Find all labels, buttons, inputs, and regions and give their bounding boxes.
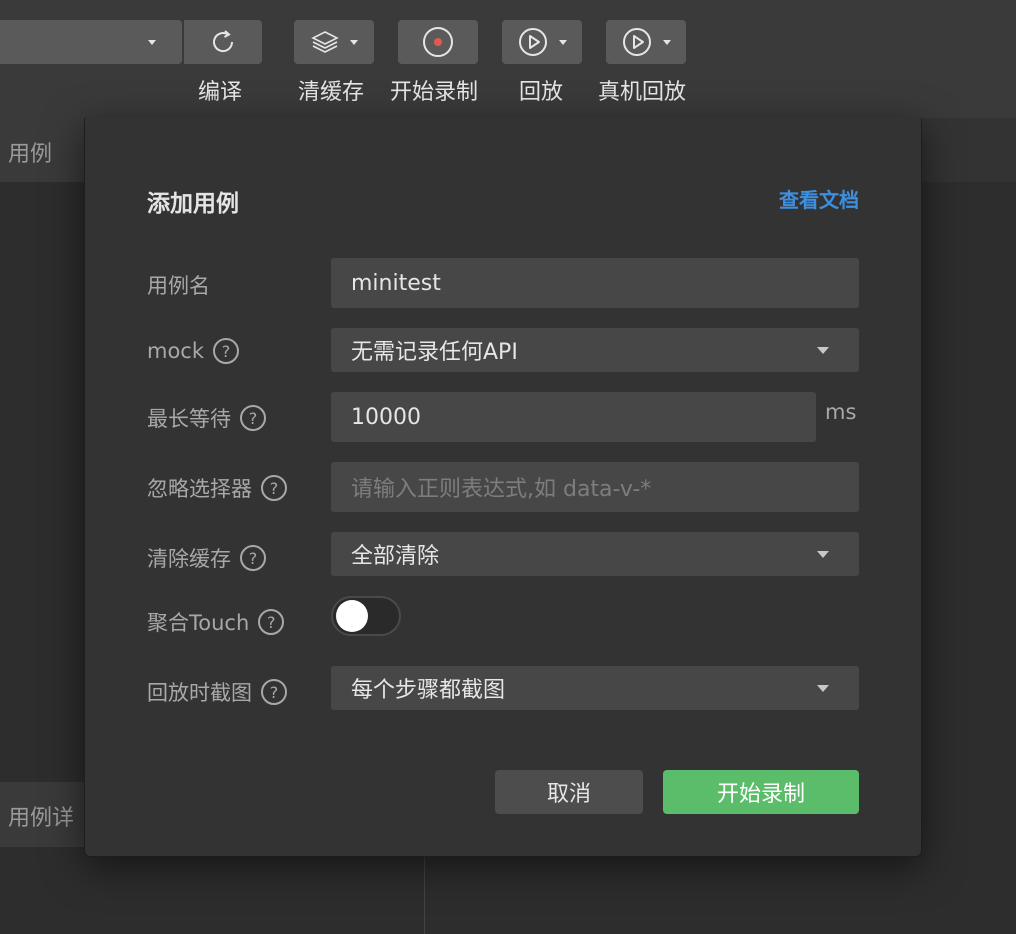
chevron-down-icon bbox=[559, 39, 567, 45]
aggregate-touch-toggle[interactable] bbox=[331, 596, 401, 636]
start-recording-button[interactable]: 开始录制 bbox=[663, 770, 859, 814]
clear-cache-select[interactable]: 全部清除 bbox=[331, 532, 859, 576]
compile-mode-select[interactable] bbox=[0, 20, 182, 64]
mock-label: mock ? bbox=[147, 338, 240, 364]
play-icon bbox=[519, 28, 547, 56]
testcase-name-input[interactable]: minitest bbox=[331, 258, 859, 308]
replay-screenshot-select[interactable]: 每个步骤都截图 bbox=[331, 666, 859, 710]
max-wait-unit: ms bbox=[825, 400, 857, 424]
cancel-button[interactable]: 取消 bbox=[495, 770, 643, 814]
clear-cache-label: 清缓存 bbox=[298, 80, 365, 105]
help-icon[interactable]: ? bbox=[240, 405, 266, 431]
mock-select[interactable]: 无需记录任何API bbox=[331, 328, 859, 372]
record-icon bbox=[423, 27, 453, 57]
clear-cache-label: 清除缓存 ? bbox=[147, 543, 266, 573]
help-icon[interactable]: ? bbox=[261, 679, 287, 705]
record-label: 开始录制 bbox=[390, 80, 479, 105]
testcase-tab-label: 用例 bbox=[8, 142, 53, 167]
toggle-knob bbox=[336, 600, 368, 632]
dialog-title: 添加用例 bbox=[147, 191, 239, 217]
record-button[interactable] bbox=[398, 20, 478, 64]
replay-label: 回放 bbox=[519, 80, 564, 105]
chevron-down-icon bbox=[663, 39, 671, 45]
chevron-down-icon bbox=[817, 685, 829, 692]
clear-cache-button[interactable] bbox=[294, 20, 374, 64]
toolbar: 编译 清缓存 开始录制 回放 真机回放 bbox=[0, 0, 1016, 118]
chevron-down-icon bbox=[817, 347, 829, 354]
help-icon[interactable]: ? bbox=[261, 475, 287, 501]
divider bbox=[424, 856, 425, 934]
refresh-icon bbox=[213, 30, 234, 53]
chevron-down-icon bbox=[350, 39, 358, 45]
view-docs-link[interactable]: 查看文档 bbox=[779, 184, 859, 213]
chevron-down-icon bbox=[817, 551, 829, 558]
ignore-selector-input[interactable]: 请输入正则表达式,如 data-v-* bbox=[331, 462, 859, 512]
max-wait-label: 最长等待 ? bbox=[147, 403, 266, 433]
device-replay-label: 真机回放 bbox=[598, 80, 687, 105]
help-icon[interactable]: ? bbox=[258, 609, 285, 635]
aggregate-touch-label: 聚合Touch ? bbox=[147, 607, 285, 637]
help-icon[interactable]: ? bbox=[240, 545, 266, 571]
max-wait-input[interactable]: 10000 bbox=[331, 392, 816, 442]
replay-screenshot-label: 回放时截图 ? bbox=[147, 677, 287, 707]
testcase-detail-tab-label: 用例详 bbox=[8, 806, 75, 831]
help-icon[interactable]: ? bbox=[213, 338, 240, 364]
play-icon bbox=[623, 28, 651, 56]
compile-button[interactable] bbox=[184, 20, 262, 64]
testcase-name-label: 用例名 bbox=[147, 274, 210, 298]
compile-label: 编译 bbox=[198, 80, 243, 105]
ignore-selector-label: 忽略选择器 ? bbox=[147, 473, 287, 503]
layers-icon bbox=[311, 31, 339, 53]
device-replay-button[interactable] bbox=[606, 20, 686, 64]
add-testcase-dialog: 添加用例 查看文档 用例名 minitest mock ? 无需记录任何API … bbox=[84, 118, 922, 857]
chevron-down-icon bbox=[148, 39, 156, 45]
replay-button[interactable] bbox=[502, 20, 582, 64]
